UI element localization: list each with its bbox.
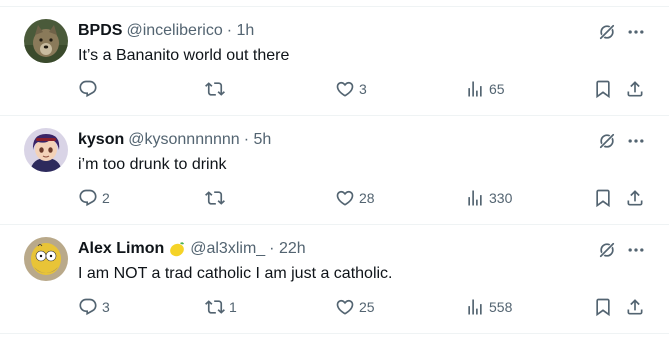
- repost-button[interactable]: 1: [205, 295, 237, 319]
- views-chart-icon: [465, 297, 485, 317]
- share-icon: [625, 188, 645, 208]
- heart-icon: [335, 188, 355, 208]
- tweet[interactable]: kyson @kysonnnnnnn · 5h i’m too drunk to…: [0, 116, 669, 225]
- heart-icon: [335, 79, 355, 99]
- views-button[interactable]: 65: [465, 77, 505, 101]
- repost-icon: [205, 79, 225, 99]
- more-icon[interactable]: [626, 131, 646, 151]
- grok-icon[interactable]: [597, 22, 617, 42]
- tweet-header: kyson @kysonnnnnnn · 5h: [78, 130, 271, 150]
- like-count: 28: [359, 190, 375, 206]
- tweet[interactable]: Alex Limon @al3xlim_ · 22h I am NOT a tr…: [0, 225, 669, 334]
- display-name[interactable]: BPDS: [78, 21, 122, 41]
- lemon-emoji-icon: [168, 240, 186, 258]
- views-button[interactable]: 558: [465, 295, 512, 319]
- reply-count: 3: [102, 299, 110, 315]
- bookmark-button[interactable]: [593, 295, 613, 319]
- grok-icon[interactable]: [597, 240, 617, 260]
- repost-icon: [205, 297, 225, 317]
- display-name[interactable]: kyson: [78, 130, 124, 150]
- reply-button[interactable]: 3: [78, 295, 110, 319]
- share-button[interactable]: [625, 295, 645, 319]
- tweet-text: i’m too drunk to drink: [78, 156, 227, 173]
- reply-button[interactable]: [78, 77, 102, 101]
- more-icon[interactable]: [626, 240, 646, 260]
- timestamp[interactable]: · 22h: [269, 239, 305, 259]
- like-count: 25: [359, 299, 375, 315]
- reply-count: 2: [102, 190, 110, 206]
- avatar[interactable]: [24, 237, 68, 281]
- repost-count: 1: [229, 299, 237, 315]
- avatar[interactable]: [24, 19, 68, 63]
- like-count: 3: [359, 81, 367, 97]
- grok-icon[interactable]: [597, 131, 617, 151]
- repost-button[interactable]: [205, 77, 229, 101]
- reply-button[interactable]: 2: [78, 186, 110, 210]
- tweet[interactable]: BPDS @inceliberico · 1h It’s a Bananito …: [0, 7, 669, 116]
- reply-icon: [78, 79, 98, 99]
- views-chart-icon: [465, 188, 485, 208]
- more-icon[interactable]: [626, 22, 646, 42]
- tweet-header: BPDS @inceliberico · 1h: [78, 21, 254, 41]
- tweet-text: It’s a Bananito world out there: [78, 47, 290, 64]
- reply-icon: [78, 297, 98, 317]
- timestamp[interactable]: · 1h: [227, 21, 255, 41]
- like-button[interactable]: 25: [335, 295, 375, 319]
- display-name[interactable]: Alex Limon: [78, 239, 164, 259]
- feed-top-divider: [0, 0, 669, 7]
- timestamp[interactable]: · 5h: [244, 130, 272, 150]
- tweet-actions: 3 1 25 558: [0, 295, 669, 319]
- avatar[interactable]: [24, 128, 68, 172]
- repost-icon: [205, 188, 225, 208]
- bookmark-icon: [593, 188, 613, 208]
- bookmark-button[interactable]: [593, 186, 613, 210]
- tweet-text: I am NOT a trad catholic I am just a cat…: [78, 265, 393, 282]
- share-icon: [625, 79, 645, 99]
- like-button[interactable]: 28: [335, 186, 375, 210]
- view-count: 65: [489, 81, 505, 97]
- share-icon: [625, 297, 645, 317]
- user-handle[interactable]: @kysonnnnnnn: [128, 130, 239, 150]
- views-chart-icon: [465, 79, 485, 99]
- share-button[interactable]: [625, 77, 645, 101]
- tweet-actions: 3 65: [0, 77, 669, 101]
- tweet-feed: BPDS @inceliberico · 1h It’s a Bananito …: [0, 0, 669, 341]
- bookmark-icon: [593, 297, 613, 317]
- like-button[interactable]: 3: [335, 77, 367, 101]
- reply-icon: [78, 188, 98, 208]
- bookmark-button[interactable]: [593, 77, 613, 101]
- views-button[interactable]: 330: [465, 186, 512, 210]
- share-button[interactable]: [625, 186, 645, 210]
- view-count: 330: [489, 190, 513, 206]
- bookmark-icon: [593, 79, 613, 99]
- user-handle[interactable]: @inceliberico: [126, 21, 222, 41]
- tweet-actions: 2 28 330: [0, 186, 669, 210]
- tweet-header: Alex Limon @al3xlim_ · 22h: [78, 239, 306, 259]
- heart-icon: [335, 297, 355, 317]
- repost-button[interactable]: [205, 186, 229, 210]
- view-count: 558: [489, 299, 513, 315]
- user-handle[interactable]: @al3xlim_: [190, 239, 265, 259]
